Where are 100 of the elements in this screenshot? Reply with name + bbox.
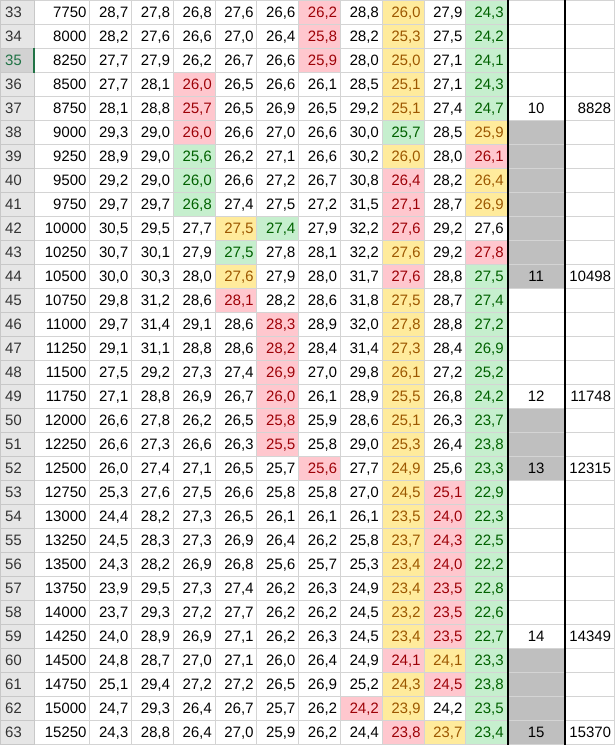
table-cell: 26,6 [90, 432, 132, 456]
table-cell: 27,2 [424, 360, 466, 384]
table-cell: 23,9 [382, 696, 424, 720]
table-cell: 29,0 [132, 168, 174, 192]
table-cell: 27,0 [215, 720, 257, 744]
table-cell: 26,0 [173, 72, 216, 96]
table-cell: 8750 [34, 96, 90, 120]
table-cell: 25,8 [298, 480, 340, 504]
row-header[interactable]: 43 [0, 240, 34, 264]
table-cell: 25,0 [382, 48, 424, 72]
table-cell: 29,2 [132, 360, 174, 384]
table-cell: 28,9 [340, 384, 382, 408]
row-header[interactable]: 53 [0, 480, 34, 504]
row-header[interactable]: 55 [0, 528, 34, 552]
row-header[interactable]: 46 [0, 312, 34, 336]
table-cell: 25,8 [256, 408, 299, 432]
table-cell: 9250 [34, 144, 90, 168]
table-cell: 26,8 [173, 192, 216, 216]
table-cell: 26,9 [173, 552, 216, 576]
table-cell: 28,3 [256, 312, 299, 336]
table-cell: 23,7 [382, 528, 424, 552]
table-cell: 23,8 [466, 432, 508, 456]
table-cell: 27,3 [173, 360, 216, 384]
row-header[interactable]: 37 [0, 96, 34, 120]
row-header[interactable]: 41 [0, 192, 34, 216]
table-cell: 25,5 [256, 432, 299, 456]
table-cell: 27,3 [382, 336, 424, 360]
table-cell: 26,9 [173, 384, 216, 408]
table-cell: 27,3 [173, 528, 216, 552]
row-header[interactable]: 47 [0, 336, 34, 360]
table-cell: 15 [508, 720, 565, 744]
table-cell: 26,2 [173, 408, 216, 432]
table-cell: 26,6 [215, 480, 257, 504]
table-cell: 27,6 [466, 216, 508, 240]
row-header[interactable]: 61 [0, 672, 34, 696]
table-cell: 13000 [34, 504, 90, 528]
table-cell: 23,2 [382, 600, 424, 624]
row-header[interactable]: 33 [0, 0, 34, 24]
table-cell: 25,9 [298, 408, 340, 432]
table-cell: 29,1 [173, 312, 216, 336]
row-header[interactable]: 62 [0, 696, 34, 720]
table-cell: 24,2 [340, 696, 382, 720]
table-cell: 28,1 [90, 96, 132, 120]
row-header[interactable]: 44 [0, 264, 34, 288]
row-header[interactable]: 48 [0, 360, 34, 384]
row-header[interactable]: 52 [0, 456, 34, 480]
row-header[interactable]: 49 [0, 384, 34, 408]
table-cell: 10750 [34, 288, 90, 312]
table-cell: 29,7 [90, 192, 132, 216]
table-cell: 25,1 [424, 480, 466, 504]
table-cell: 28,6 [340, 408, 382, 432]
table-cell: 28,0 [424, 144, 466, 168]
table-cell: 26,0 [256, 384, 299, 408]
row-header[interactable]: 56 [0, 552, 34, 576]
table-cell: 24,9 [340, 648, 382, 672]
row-header[interactable]: 59 [0, 624, 34, 648]
table-cell: 28,9 [132, 624, 174, 648]
table-cell: 27,3 [173, 576, 216, 600]
table-cell: 27,7 [90, 72, 132, 96]
table-cell: 23,4 [382, 552, 424, 576]
row-header[interactable]: 42 [0, 216, 34, 240]
table-cell: 25,6 [256, 552, 299, 576]
table-cell: 32,2 [340, 240, 382, 264]
table-cell: 26,2 [256, 600, 299, 624]
table-cell: 26,2 [298, 0, 340, 24]
table-cell: 27,6 [215, 0, 257, 24]
row-header[interactable]: 35 [0, 48, 34, 72]
table-cell: 23,7 [424, 720, 466, 744]
table-cell: 24,5 [340, 600, 382, 624]
row-header[interactable]: 45 [0, 288, 34, 312]
table-cell: 28,7 [424, 288, 466, 312]
table-cell: 26,7 [298, 168, 340, 192]
row-header[interactable]: 34 [0, 24, 34, 48]
table-cell: 30,2 [340, 144, 382, 168]
table-cell: 10 [508, 96, 565, 120]
table-cell: 26,9 [215, 528, 257, 552]
row-header[interactable]: 39 [0, 144, 34, 168]
row-header[interactable]: 40 [0, 168, 34, 192]
row-header[interactable]: 50 [0, 408, 34, 432]
table-cell: 28,0 [340, 48, 382, 72]
table-cell: 23,7 [466, 408, 508, 432]
table-cell: 26,6 [298, 120, 340, 144]
row-header[interactable]: 38 [0, 120, 34, 144]
table-cell: 26,5 [215, 456, 257, 480]
row-header[interactable]: 51 [0, 432, 34, 456]
row-header[interactable]: 36 [0, 72, 34, 96]
row-header[interactable]: 60 [0, 648, 34, 672]
table-cell: 12750 [34, 480, 90, 504]
row-header[interactable]: 54 [0, 504, 34, 528]
table-cell: 26,1 [298, 504, 340, 528]
table-cell: 22,5 [466, 528, 508, 552]
table-cell: 27,6 [132, 480, 174, 504]
row-header[interactable]: 63 [0, 720, 34, 744]
table-cell: 28,2 [90, 24, 132, 48]
table-cell: 27,2 [173, 672, 216, 696]
row-header[interactable]: 58 [0, 600, 34, 624]
table-cell: 30,8 [340, 168, 382, 192]
row-header[interactable]: 57 [0, 576, 34, 600]
table-cell: 26,9 [466, 192, 508, 216]
table-cell: 26,9 [466, 336, 508, 360]
